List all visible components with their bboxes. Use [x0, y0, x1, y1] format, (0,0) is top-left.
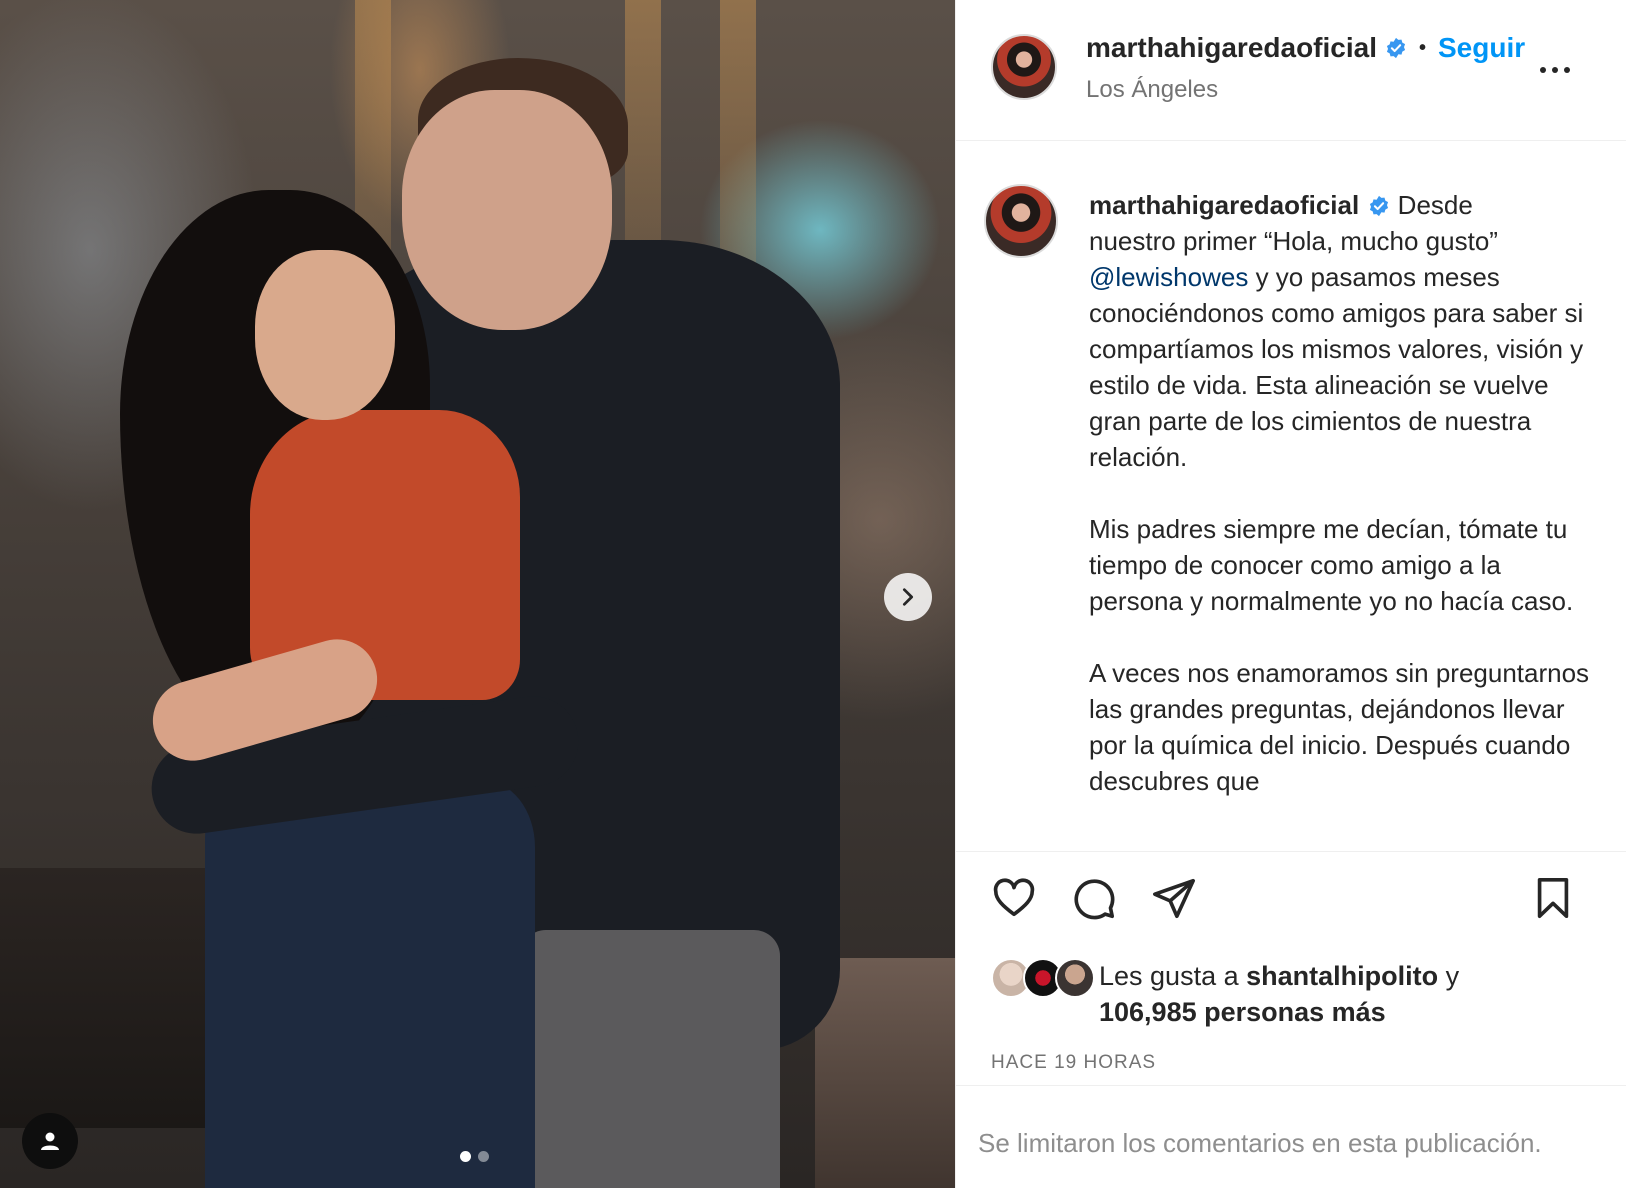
comments-limited-notice: Se limitaron los comentarios en esta pub…: [956, 1085, 1626, 1188]
separator-dot: •: [1418, 36, 1426, 59]
tagged-users-button[interactable]: [22, 1113, 78, 1169]
likes-count[interactable]: 106,985 personas más: [1099, 997, 1386, 1027]
caption-text-line: nuestro primer “Hola, mucho gusto”: [1089, 226, 1498, 256]
more-options-icon: [1564, 67, 1570, 73]
post-caption: marthahigaredaoficial Desde nuestro prim…: [1089, 187, 1599, 799]
caption-mention[interactable]: @lewishowes: [1089, 262, 1248, 292]
likes-prefix: Les gusta a: [1099, 961, 1239, 991]
man-pants: [520, 930, 780, 1188]
chevron-right-icon: [902, 588, 914, 606]
author-username[interactable]: marthahigaredaoficial: [1086, 32, 1377, 64]
save-button[interactable]: [1525, 870, 1581, 926]
author-avatar[interactable]: [991, 34, 1057, 100]
caption-section: marthahigaredaoficial Desde nuestro prim…: [956, 141, 1626, 852]
post-actions: [956, 870, 1626, 940]
caption-paragraph: A veces nos enamoramos sin preguntarnos …: [1089, 658, 1597, 796]
likes-and: y: [1445, 961, 1460, 991]
follow-button[interactable]: Seguir: [1438, 32, 1525, 64]
verified-badge-icon: [1385, 37, 1407, 59]
liker-avatars[interactable]: [991, 958, 1095, 1000]
more-options-icon: [1552, 67, 1558, 73]
comments-limited-text: Se limitaron los comentarios en esta pub…: [978, 1128, 1542, 1158]
post-location[interactable]: Los Ángeles: [1086, 76, 1218, 104]
liker-username[interactable]: shantalhipolito: [1246, 961, 1438, 991]
instagram-post-view: marthahigaredaoficial • Seguir Los Ángel…: [0, 0, 1626, 1188]
comment-button[interactable]: [1066, 870, 1122, 926]
heart-icon: [993, 878, 1035, 917]
user-tag-icon: [41, 1132, 59, 1150]
post-photo[interactable]: [0, 0, 955, 1188]
more-options-button[interactable]: [1535, 50, 1575, 90]
caption-username[interactable]: marthahigaredaoficial: [1089, 190, 1359, 220]
caption-paragraph: Mis padres siempre me decían, tómate tu …: [1089, 514, 1575, 616]
carousel-dot: [478, 1151, 489, 1162]
more-options-icon: [1540, 67, 1546, 73]
caption-author-avatar[interactable]: [984, 184, 1058, 258]
carousel-next-button[interactable]: [884, 573, 932, 621]
carousel-indicator: [460, 1151, 489, 1162]
send-icon: [1153, 878, 1195, 919]
carousel-dot-active: [460, 1151, 471, 1162]
bookmark-icon: [1537, 877, 1569, 919]
caption-paragraph: y yo pasamos meses conociéndonos como am…: [1089, 262, 1591, 472]
post-side-panel: marthahigaredaoficial • Seguir Los Ángel…: [955, 0, 1626, 1188]
caption-text-start: Desde: [1397, 190, 1473, 220]
likes-text: Les gusta a shantalhipolito y 106,985 pe…: [1099, 958, 1459, 1030]
share-button[interactable]: [1146, 870, 1202, 926]
woman-jeans: [205, 780, 535, 1188]
post-header: marthahigaredaoficial • Seguir Los Ángel…: [956, 0, 1626, 141]
woman-face: [255, 250, 395, 420]
verified-badge-icon: [1368, 195, 1390, 217]
comment-icon: [1074, 879, 1115, 920]
author-line: marthahigaredaoficial • Seguir: [1086, 32, 1525, 64]
post-timestamp[interactable]: HACE 19 HORAS: [991, 1052, 1156, 1074]
like-button[interactable]: [986, 870, 1042, 926]
liker-avatar[interactable]: [1055, 958, 1095, 998]
man-face: [402, 90, 612, 330]
likes-summary: Les gusta a shantalhipolito y 106,985 pe…: [991, 958, 1611, 1030]
